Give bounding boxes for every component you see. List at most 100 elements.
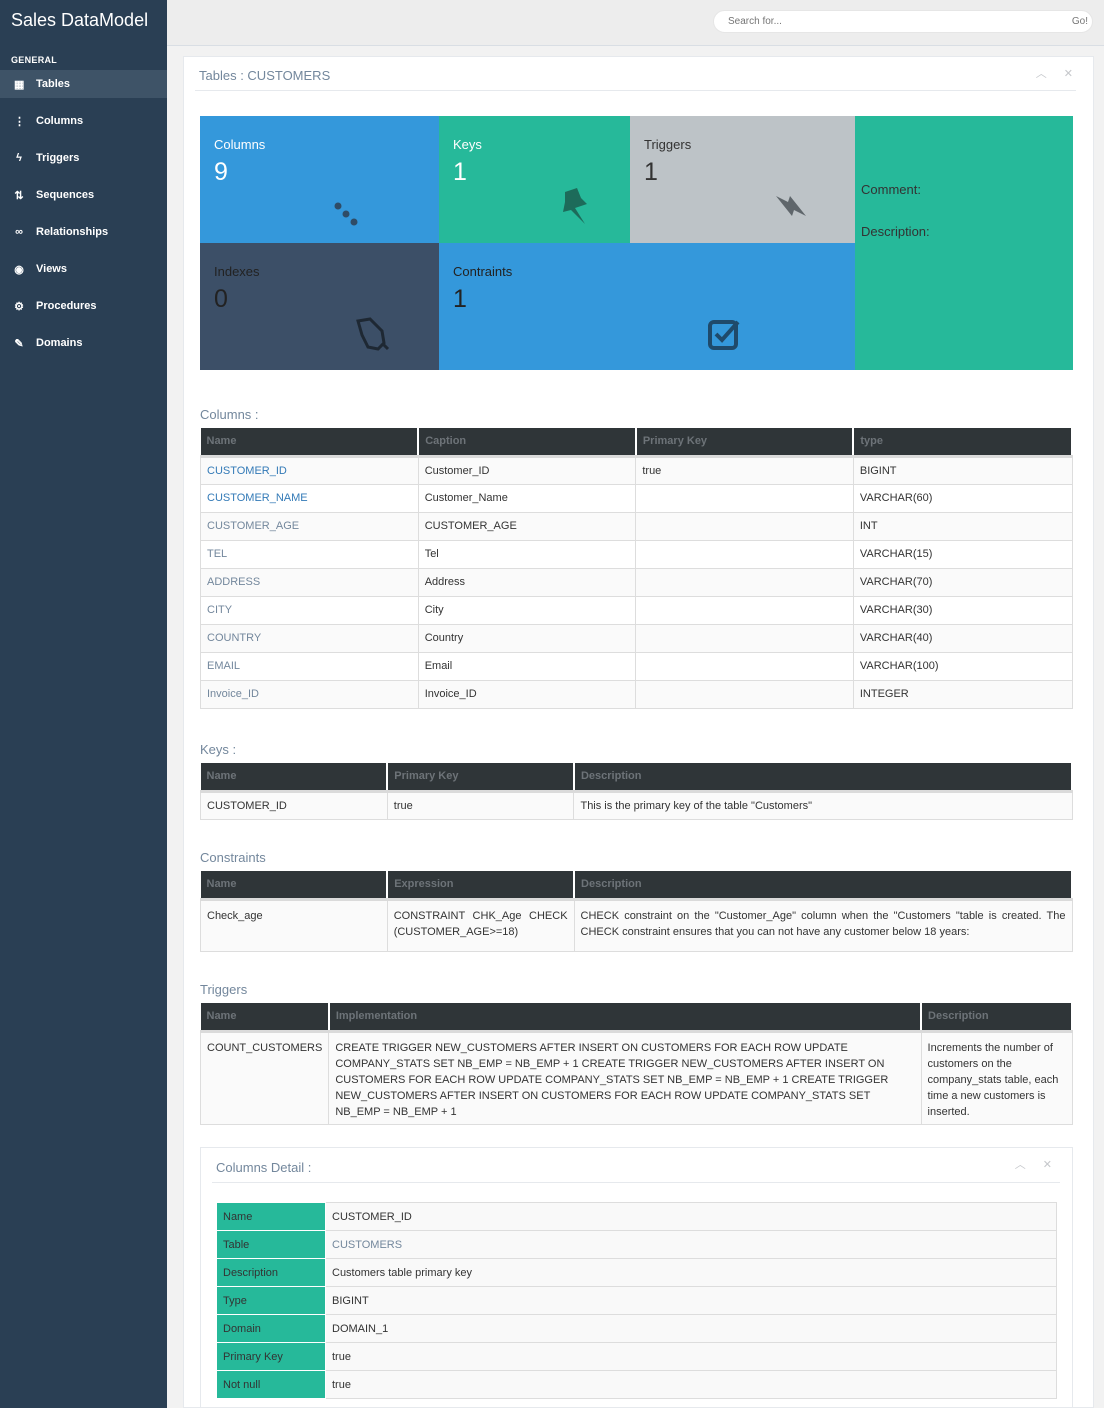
panel-title: Tables : CUSTOMERS bbox=[199, 68, 331, 83]
table-row: TEL Tel VARCHAR(15) bbox=[200, 539, 1073, 569]
column-name-link[interactable]: EMAIL bbox=[200, 651, 419, 681]
triggers-header-name[interactable]: Name bbox=[200, 1003, 330, 1033]
table-row: Check_age CONSTRAINT CHK_Age CHECK (CUST… bbox=[200, 898, 1073, 952]
sidebar-item-tables[interactable]: ▦ Tables bbox=[0, 70, 167, 98]
columns-section-title: Columns : bbox=[200, 407, 259, 422]
triggers-header-description[interactable]: Description bbox=[921, 1003, 1073, 1033]
close-icon[interactable]: ✕ bbox=[1043, 1159, 1052, 1171]
sidebar-item-label: Relationships bbox=[36, 226, 109, 238]
detail-row: Table CUSTOMERS bbox=[216, 1230, 1057, 1259]
detail-row: Type BIGINT bbox=[216, 1286, 1057, 1315]
tile-value: 0 bbox=[214, 285, 228, 313]
tile-indexes[interactable]: Indexes 0 bbox=[200, 243, 439, 370]
triggers-header-implementation[interactable]: Implementation bbox=[328, 1003, 923, 1033]
column-name-link[interactable]: TEL bbox=[200, 539, 419, 569]
sidebar-item-label: Columns bbox=[36, 115, 84, 127]
keys-header-primary-key[interactable]: Primary Key bbox=[387, 763, 575, 793]
description-label: Description: bbox=[861, 224, 930, 239]
table-panel: Tables : CUSTOMERS ︿ ✕ Columns 9 Keys 1 … bbox=[183, 56, 1094, 1408]
table-cell: VARCHAR(60) bbox=[852, 483, 1073, 513]
table-cell: CUSTOMER_AGE bbox=[417, 511, 637, 541]
table-cell: true bbox=[386, 790, 575, 820]
keys-header-name[interactable]: Name bbox=[200, 763, 389, 793]
tile-comment: Comment: Description: bbox=[855, 116, 1073, 370]
detail-key: Primary Key bbox=[216, 1342, 326, 1371]
column-header-type[interactable]: type bbox=[853, 428, 1073, 458]
close-icon[interactable]: ✕ bbox=[1064, 68, 1073, 80]
tile-value: 9 bbox=[214, 158, 228, 186]
table-cell: true bbox=[635, 455, 854, 485]
table-cell bbox=[635, 511, 854, 541]
column-name-link[interactable]: CITY bbox=[200, 595, 419, 625]
column-name-link[interactable]: ADDRESS bbox=[200, 567, 419, 597]
detail-row: Domain DOMAIN_1 bbox=[216, 1314, 1057, 1343]
tile-constraints[interactable]: Contraints 1 bbox=[439, 243, 855, 370]
detail-value: true bbox=[325, 1370, 1057, 1399]
column-header-caption[interactable]: Caption bbox=[418, 428, 637, 458]
detail-row: Name CUSTOMER_ID bbox=[216, 1202, 1057, 1231]
column-name-link[interactable]: CUSTOMER_ID bbox=[200, 455, 419, 485]
detail-key: Type bbox=[216, 1286, 326, 1315]
tile-keys[interactable]: Keys 1 bbox=[439, 116, 630, 243]
detail-value-table-link[interactable]: CUSTOMERS bbox=[325, 1230, 1057, 1259]
sidebar-item-triggers[interactable]: ϟ Triggers bbox=[0, 144, 167, 172]
divider bbox=[212, 1182, 1060, 1183]
search-input[interactable] bbox=[714, 11, 1044, 27]
constraints-header-name[interactable]: Name bbox=[200, 871, 389, 901]
detail-key: Domain bbox=[216, 1314, 326, 1343]
detail-key: Not null bbox=[216, 1370, 326, 1399]
wrench-icon: ✎ bbox=[14, 337, 24, 350]
table-cell: Check_age bbox=[200, 898, 388, 952]
table-row: CUSTOMER_NAME Customer_Name VARCHAR(60) bbox=[200, 483, 1073, 513]
constraints-header-expression[interactable]: Expression bbox=[387, 871, 576, 901]
tile-value: 1 bbox=[453, 158, 467, 186]
sidebar-item-views[interactable]: ◉ Views bbox=[0, 255, 167, 283]
tile-value: 1 bbox=[453, 285, 467, 313]
table-cell: CREATE TRIGGER NEW_CUSTOMERS AFTER INSER… bbox=[328, 1030, 922, 1125]
sidebar-item-label: Views bbox=[36, 263, 67, 275]
sidebar: Sales DataModel GENERAL ▦ Tables ⋮ Colum… bbox=[0, 0, 167, 1408]
column-header-name[interactable]: Name bbox=[200, 428, 420, 458]
search-go-button[interactable]: Go! bbox=[1072, 16, 1088, 27]
app-title[interactable]: Sales DataModel bbox=[0, 0, 167, 50]
triggers-section-title: Triggers bbox=[200, 982, 248, 997]
keys-section-title: Keys : bbox=[200, 742, 237, 757]
triggers-table: Name Implementation Description COUNT_CU… bbox=[199, 1003, 1073, 1125]
detail-value: BIGINT bbox=[325, 1286, 1057, 1315]
tile-label: Columns bbox=[214, 137, 266, 152]
table-cell bbox=[635, 679, 854, 709]
sidebar-item-domains[interactable]: ✎ Domains bbox=[0, 329, 167, 357]
detail-row: Not null true bbox=[216, 1370, 1057, 1399]
collapse-icon[interactable]: ︿ bbox=[1036, 68, 1047, 80]
table-cell: Email bbox=[417, 651, 637, 681]
table-cell: VARCHAR(100) bbox=[852, 651, 1073, 681]
sidebar-item-procedures[interactable]: ⚙ Procedures bbox=[0, 292, 167, 320]
table-cell: VARCHAR(15) bbox=[852, 539, 1073, 569]
table-cell: Customer_Name bbox=[417, 483, 637, 513]
column-header-primary-key[interactable]: Primary Key bbox=[635, 428, 855, 458]
detail-row: Primary Key true bbox=[216, 1342, 1057, 1371]
top-nav: Go! bbox=[167, 0, 1104, 46]
sidebar-item-sequences[interactable]: ⇅ Sequences bbox=[0, 181, 167, 209]
divider bbox=[195, 90, 1076, 91]
column-name-link[interactable]: CUSTOMER_AGE bbox=[200, 511, 419, 541]
column-name-link[interactable]: CUSTOMER_NAME bbox=[200, 483, 419, 513]
column-name-link[interactable]: COUNTRY bbox=[200, 623, 419, 653]
tile-columns[interactable]: Columns 9 bbox=[200, 116, 439, 243]
tile-label: Contraints bbox=[453, 264, 513, 279]
sidebar-item-relationships[interactable]: ∞ Relationships bbox=[0, 218, 167, 246]
column-name-link[interactable]: Invoice_ID bbox=[200, 679, 419, 709]
constraints-header-description[interactable]: Description bbox=[574, 871, 1073, 901]
table-cell: City bbox=[417, 595, 637, 625]
sidebar-item-columns[interactable]: ⋮ Columns bbox=[0, 107, 167, 135]
table-row: CUSTOMER_AGE CUSTOMER_AGE INT bbox=[200, 511, 1073, 541]
tile-triggers[interactable]: Triggers 1 bbox=[630, 116, 855, 243]
collapse-icon[interactable]: ︿ bbox=[1015, 1159, 1026, 1171]
sort-numeric-icon: ⇅ bbox=[14, 189, 24, 202]
sidebar-item-label: Procedures bbox=[36, 300, 97, 312]
bolt-icon: ϟ bbox=[16, 152, 22, 164]
tile-label: Triggers bbox=[644, 137, 692, 152]
keys-header-description[interactable]: Description bbox=[573, 763, 1074, 793]
detail-key: Description bbox=[216, 1258, 326, 1287]
panel-tools: ︿ ✕ bbox=[1022, 65, 1073, 81]
